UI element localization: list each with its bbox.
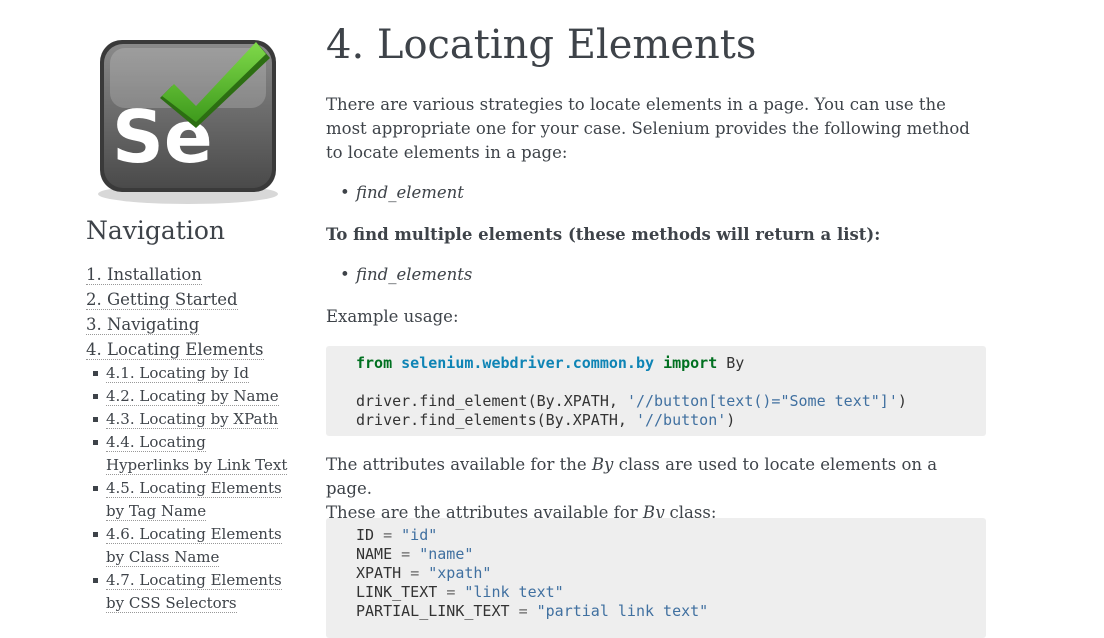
- toc-link-locating-elements[interactable]: 4. Locating Elements: [86, 340, 264, 360]
- toc-link-by-css-selectors[interactable]: 4.7. Locating Elements by CSS Selectors: [106, 571, 282, 613]
- bullet-find-element: • find_element: [340, 183, 464, 202]
- multiple-elements-heading: To find multiple elements (these methods…: [326, 225, 881, 244]
- page-title: 4. Locating Elements: [326, 22, 757, 68]
- toc-link-by-id[interactable]: 4.1. Locating by Id: [106, 364, 249, 383]
- toc-link-navigating[interactable]: 3. Navigating: [86, 315, 200, 335]
- toc-subitem: 4.1. Locating by Id: [93, 362, 290, 385]
- navigation-heading: Navigation: [86, 216, 226, 245]
- find-element-text: find_element: [356, 183, 464, 202]
- toc-subitem: 4.5. Locating Elements by Tag Name: [93, 477, 290, 523]
- toc-sublist: 4.1. Locating by Id 4.2. Locating by Nam…: [93, 362, 290, 615]
- toc-item: 3. Navigating: [86, 312, 286, 337]
- code-block-attributes: ID = "id" NAME = "name" XPATH = "xpath" …: [326, 518, 986, 638]
- toc-item: 4. Locating Elements: [86, 337, 286, 362]
- bullet-find-elements: • find_elements: [340, 265, 473, 284]
- toc-link-by-name[interactable]: 4.2. Locating by Name: [106, 387, 279, 406]
- find-elements-text: find_elements: [356, 265, 473, 284]
- toc-list: 1. Installation 2. Getting Started 3. Na…: [86, 262, 286, 362]
- toc-link-by-tag-name[interactable]: 4.5. Locating Elements by Tag Name: [106, 479, 282, 521]
- toc-subitem: 4.2. Locating by Name: [93, 385, 290, 408]
- toc-subitem: 4.6. Locating Elements by Class Name: [93, 523, 290, 569]
- toc-subitem: 4.4. Locating Hyperlinks by Link Text: [93, 431, 290, 477]
- toc-item: 1. Installation: [86, 262, 286, 287]
- toc-link-getting-started[interactable]: 2. Getting Started: [86, 290, 238, 310]
- selenium-logo[interactable]: Se: [90, 36, 286, 208]
- attributes-paragraph: The attributes available for the By clas…: [326, 455, 938, 522]
- toc-subitem: 4.7. Locating Elements by CSS Selectors: [93, 569, 290, 615]
- intro-paragraph: There are various strategies to locate e…: [326, 95, 970, 162]
- example-usage-label: Example usage:: [326, 307, 459, 326]
- toc-item: 2. Getting Started: [86, 287, 286, 312]
- toc-link-by-class-name[interactable]: 4.6. Locating Elements by Class Name: [106, 525, 282, 567]
- toc-link-installation[interactable]: 1. Installation: [86, 265, 202, 285]
- toc-subitem: 4.3. Locating by XPath: [93, 408, 290, 431]
- toc-link-by-link-text[interactable]: 4.4. Locating Hyperlinks by Link Text: [106, 433, 288, 475]
- code-block-example: from selenium.webdriver.common.by import…: [326, 346, 986, 436]
- toc-link-by-xpath[interactable]: 4.3. Locating by XPath: [106, 410, 279, 429]
